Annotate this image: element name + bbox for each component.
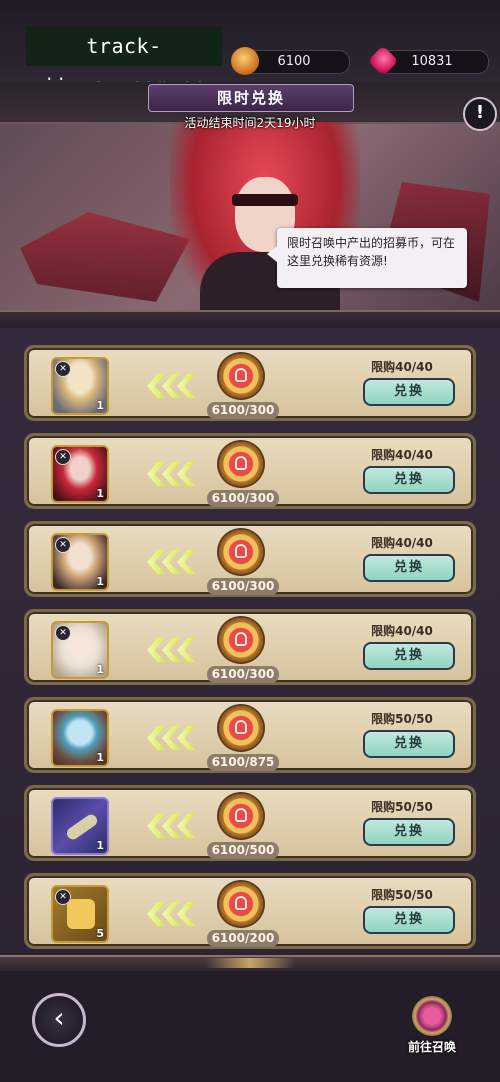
item-count: 1 (96, 839, 104, 852)
item-frame[interactable]: ✕ 1 (51, 621, 109, 679)
purchase-limit: 限购40/40 (371, 360, 433, 374)
item-frame[interactable]: ✕ 1 (51, 533, 109, 591)
exchange-button[interactable]: 兑换 (363, 642, 455, 670)
purchase-limit: 限购40/40 (371, 448, 433, 462)
tip-bubble: 限时召唤中产出的招募币，可在这里兑换稀有资源! (267, 228, 467, 288)
item-frame[interactable]: ✕ 1 (51, 357, 109, 415)
character-wing-left (20, 212, 190, 302)
exchange-row: 1 6100/500 限购50/50 兑换 (24, 785, 476, 861)
recruit-token-icon (219, 794, 263, 838)
summon-emblem-icon (412, 996, 452, 1036)
recruit-token-icon (219, 442, 263, 486)
chevron-left-icon (147, 550, 211, 574)
exchange-row: ✕ 1 6100/300 限购40/40 兑换 (24, 609, 476, 685)
chevron-left-icon (147, 462, 211, 486)
watermark-text: track-jiuyou.com.cn (26, 26, 222, 98)
purchase-limit: 限购40/40 (371, 624, 433, 638)
exchange-row: 1 6100/875 限购50/50 兑换 (24, 697, 476, 773)
back-button[interactable]: ‹ (32, 993, 86, 1047)
exchange-button[interactable]: 兑换 (363, 730, 455, 758)
page-title: 限时兑换 (148, 84, 354, 112)
recruit-token-icon (219, 530, 263, 574)
cost-progress: 6100/500 (207, 842, 279, 859)
chevron-left-icon (147, 374, 211, 398)
chevron-left-icon (147, 638, 211, 662)
item-count: 5 (96, 927, 104, 940)
exchange-button[interactable]: 兑换 (363, 906, 455, 934)
chevron-left-icon (147, 902, 211, 926)
coin-amount: 6100 (277, 54, 311, 69)
exchange-button[interactable]: 兑换 (363, 378, 455, 406)
cost-progress: 6100/300 (207, 666, 279, 683)
purchase-limit: 限购50/50 (371, 712, 433, 726)
recruit-token-icon (219, 882, 263, 926)
divider-ornament (205, 958, 295, 968)
gem-amount: 10831 (411, 54, 453, 69)
cost-progress: 6100/200 (207, 930, 279, 947)
item-frame[interactable]: ✕ 5 (51, 885, 109, 943)
item-count: 1 (96, 663, 104, 676)
exchange-row: ✕ 1 6100/300 限购40/40 兑换 (24, 345, 476, 421)
hero-class-icon: ✕ (55, 449, 71, 465)
go-summon-label: 前往召唤 (407, 1040, 456, 1054)
cost-progress: 6100/875 (207, 754, 279, 771)
chevron-left-icon (147, 726, 211, 750)
item-count: 1 (96, 575, 104, 588)
item-frame[interactable]: 1 (51, 797, 109, 855)
hero-class-icon: ✕ (55, 889, 71, 905)
info-button[interactable]: ! (463, 97, 497, 131)
exchange-button[interactable]: 兑换 (363, 554, 455, 582)
character-blindfold (232, 194, 298, 206)
item-count: 1 (96, 487, 104, 500)
banner-divider (0, 310, 500, 330)
hero-class-icon: ✕ (55, 625, 71, 641)
summon-coin-icon (231, 47, 259, 75)
recruit-token-icon (219, 618, 263, 662)
item-count: 1 (96, 751, 104, 764)
cost-progress: 6100/300 (207, 490, 279, 507)
hero-class-icon: ✕ (55, 361, 71, 377)
item-frame[interactable]: ✕ 1 (51, 445, 109, 503)
exchange-button[interactable]: 兑换 (363, 466, 455, 494)
exchange-button[interactable]: 兑换 (363, 818, 455, 846)
recruit-token-icon (219, 706, 263, 750)
coin-counter: 6100 (231, 47, 350, 75)
gem-counter: 10831 (367, 45, 489, 77)
go-summon-button[interactable]: 前往召唤 (400, 996, 464, 1060)
item-frame[interactable]: 1 (51, 709, 109, 767)
hero-class-icon: ✕ (55, 537, 71, 553)
exchange-row: ✕ 1 6100/300 限购40/40 兑换 (24, 521, 476, 597)
exchange-row: ✕ 1 6100/300 限购40/40 兑换 (24, 433, 476, 509)
purchase-limit: 限购50/50 (371, 800, 433, 814)
cost-progress: 6100/300 (207, 578, 279, 595)
purchase-limit: 限购50/50 (371, 888, 433, 902)
exchange-row: ✕ 5 6100/200 限购50/50 兑换 (24, 873, 476, 949)
recruit-token-icon (219, 354, 263, 398)
purchase-limit: 限购40/40 (371, 536, 433, 550)
item-count: 1 (96, 399, 104, 412)
chevron-left-icon (147, 814, 211, 838)
event-end-time: 活动结束时间2天19小时 (184, 116, 316, 130)
cost-progress: 6100/300 (207, 402, 279, 419)
